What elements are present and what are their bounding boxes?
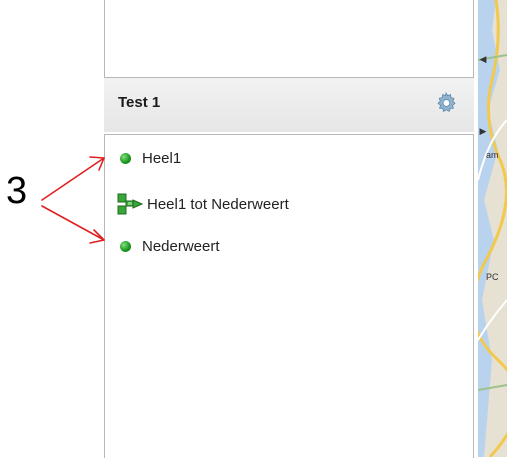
callout-number: 3 bbox=[6, 170, 28, 212]
expand-right-arrow-icon[interactable]: ▶ bbox=[478, 122, 488, 140]
list-item-label: Heel1 bbox=[142, 149, 182, 167]
panel-header: Test 1 bbox=[104, 78, 474, 132]
panel-title: Test 1 bbox=[118, 94, 161, 111]
green-dot-icon bbox=[120, 240, 131, 252]
map-view[interactable] bbox=[478, 0, 507, 457]
collapse-left-arrow-icon[interactable]: ◀ bbox=[478, 50, 488, 68]
item-list: Heel1 Heel1 tot Nederweert Nederweert bbox=[104, 134, 474, 458]
gear-icon[interactable] bbox=[434, 91, 458, 115]
map-label-am: am bbox=[486, 150, 499, 160]
list-item-route[interactable]: Heel1 tot Nederweert bbox=[117, 193, 289, 215]
green-dot-icon bbox=[120, 152, 131, 164]
list-item-nederweert[interactable]: Nederweert bbox=[117, 235, 220, 257]
route-icon bbox=[117, 193, 143, 215]
map-label-pc: PC bbox=[486, 272, 499, 282]
list-item-label: Heel1 tot Nederweert bbox=[147, 195, 289, 213]
list-item-heel1[interactable]: Heel1 bbox=[117, 147, 181, 169]
top-pane bbox=[104, 0, 474, 78]
list-item-label: Nederweert bbox=[142, 237, 220, 255]
